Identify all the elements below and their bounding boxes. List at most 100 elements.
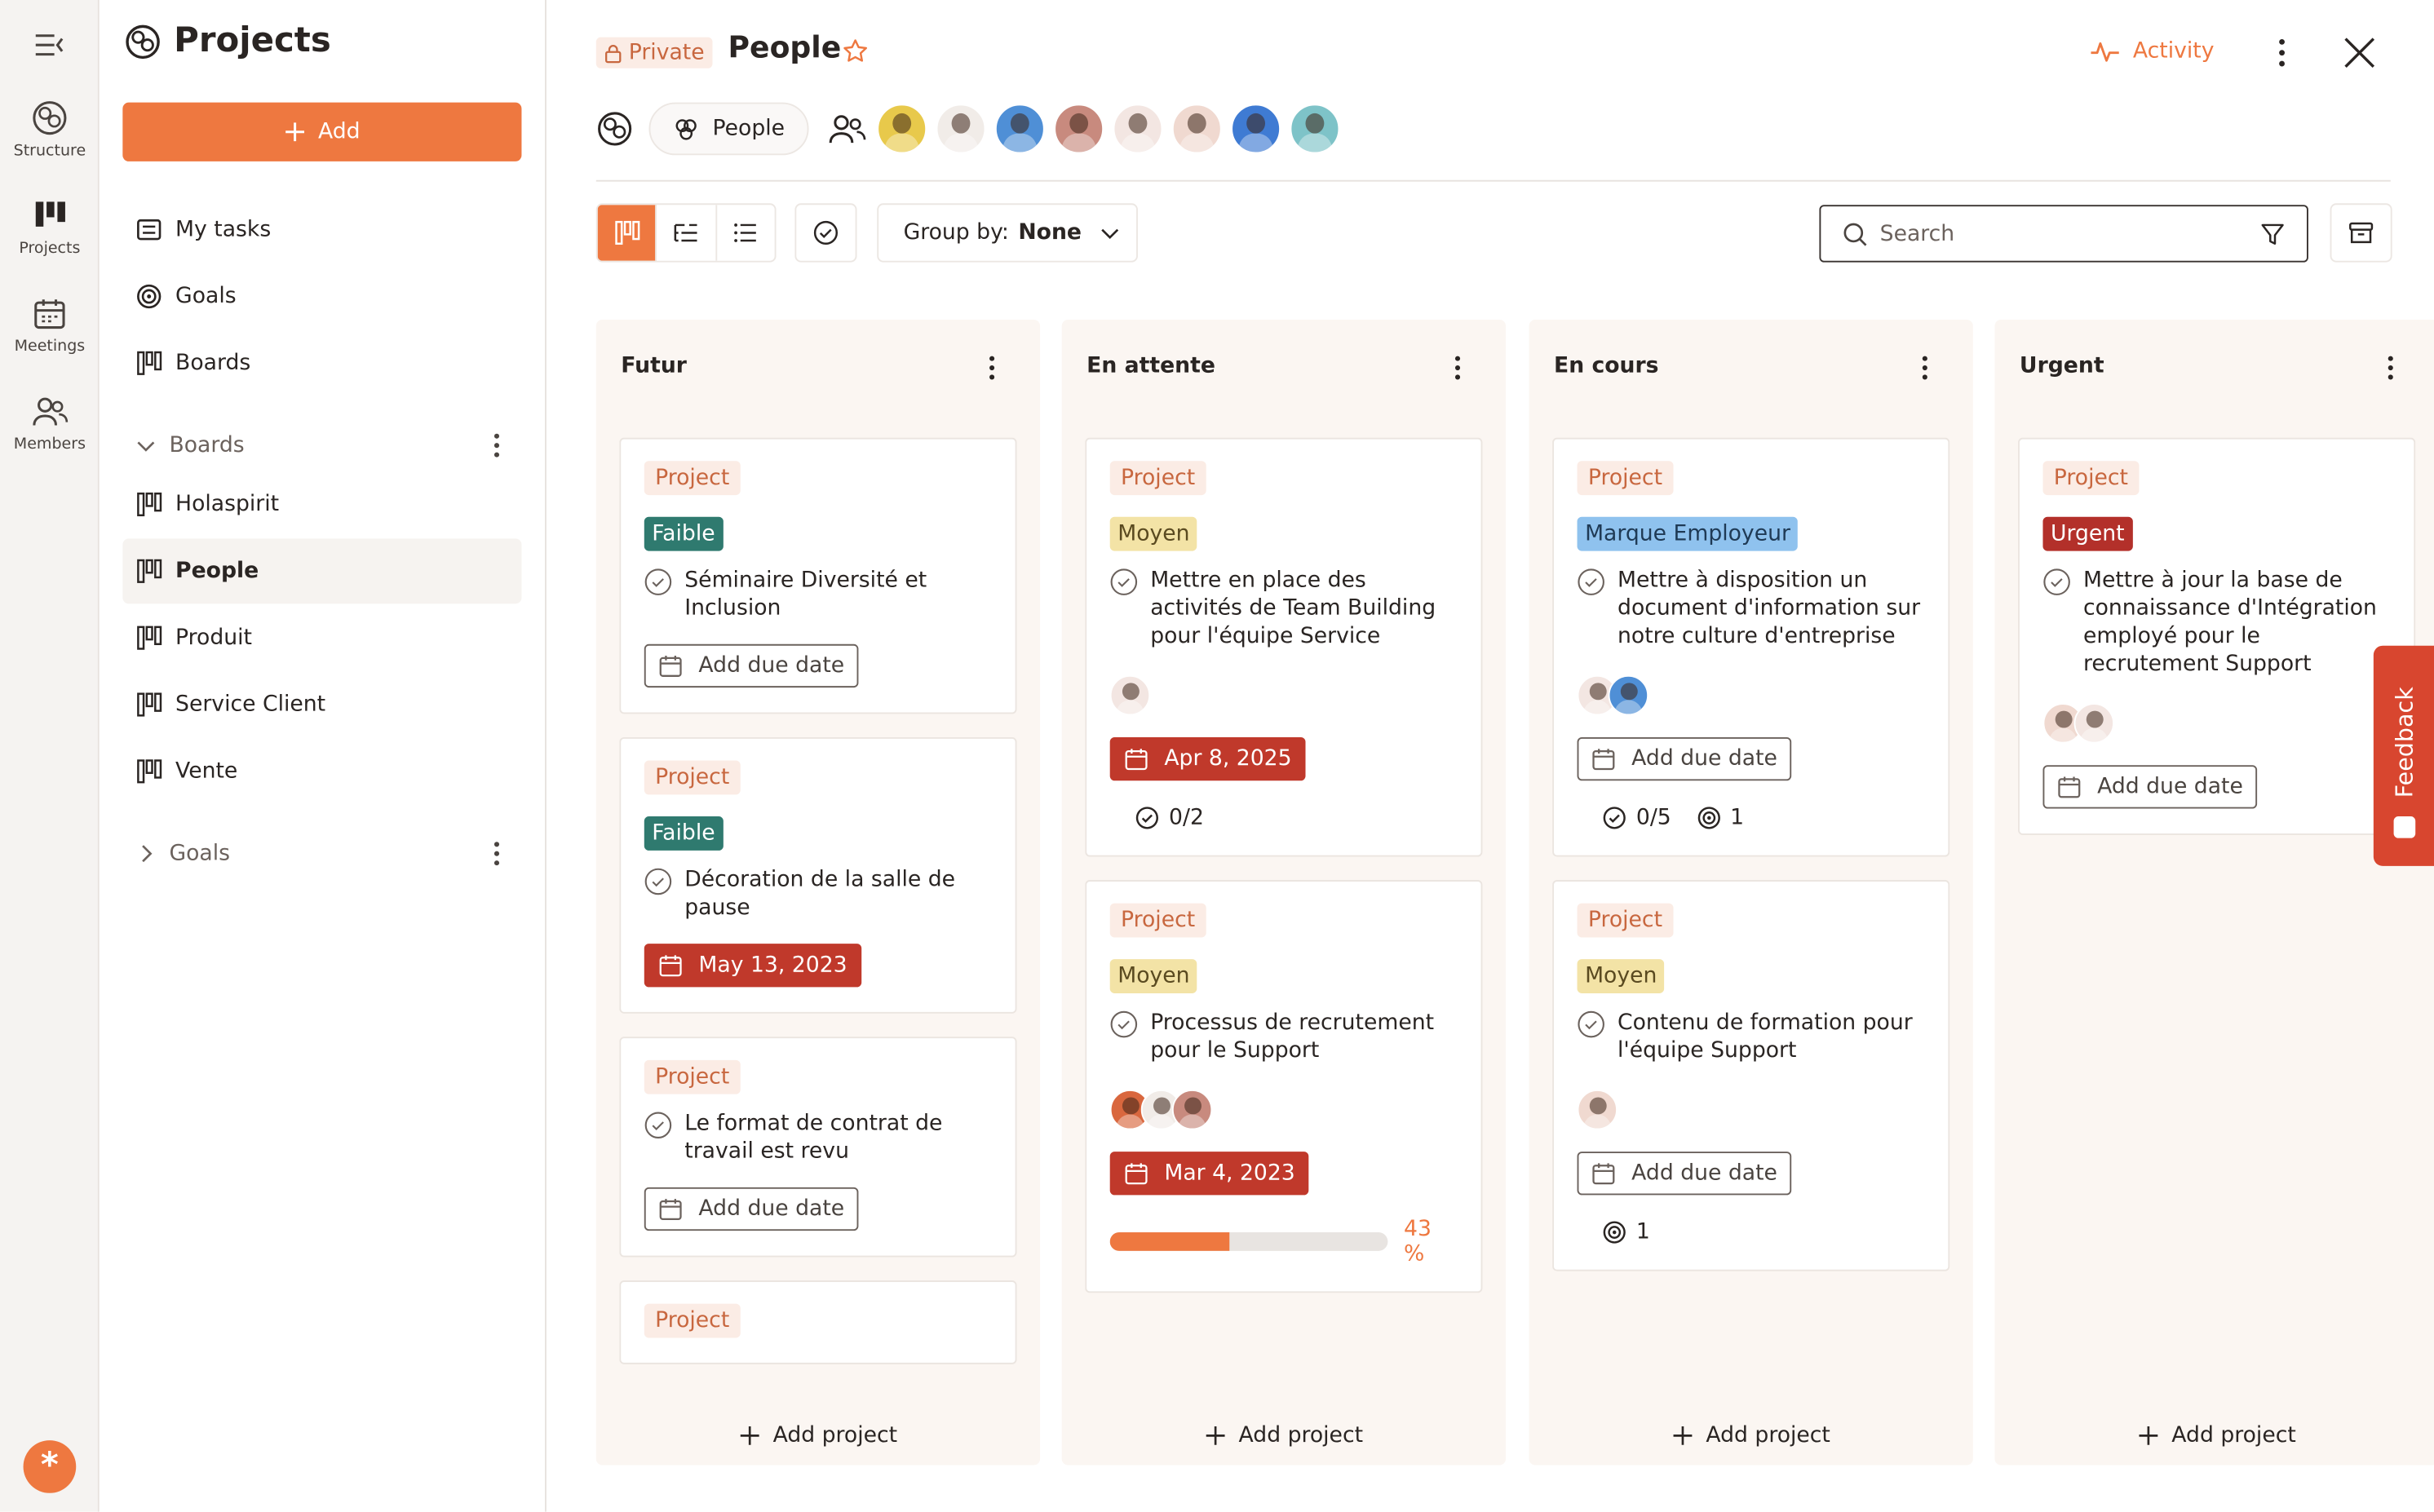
- avatar[interactable]: [994, 104, 1044, 154]
- board-item-service-client[interactable]: Service Client: [122, 672, 521, 737]
- nav-my-tasks[interactable]: My tasks: [122, 197, 521, 263]
- add-project-button[interactable]: Add project: [1994, 1406, 2434, 1465]
- rail-item-meetings[interactable]: Meetings: [0, 295, 100, 356]
- show-completed-button[interactable]: [794, 203, 857, 263]
- activity-button[interactable]: Activity: [2090, 38, 2215, 65]
- add-project-button[interactable]: Add project: [1529, 1406, 1973, 1465]
- search-input[interactable]: [1879, 221, 2237, 246]
- check-circle-icon[interactable]: [1110, 568, 1138, 596]
- add-due-date-button[interactable]: Add due date: [2042, 765, 2258, 809]
- project-card[interactable]: Project Faible Décoration de la salle de…: [619, 736, 1017, 1014]
- project-card[interactable]: Project: [619, 1280, 1017, 1364]
- rail-item-projects[interactable]: Projects: [0, 197, 100, 258]
- due-date-badge[interactable]: May 13, 2023: [644, 944, 861, 988]
- tree-view-button[interactable]: [657, 205, 717, 261]
- avatar[interactable]: [2073, 703, 2115, 744]
- project-card[interactable]: Project Moyen Mettre en place des activi…: [1085, 437, 1483, 857]
- nav-boards[interactable]: Boards: [122, 330, 521, 396]
- board-item-holaspirit[interactable]: Holaspirit: [122, 472, 521, 537]
- collapse-menu-icon[interactable]: [34, 31, 65, 59]
- header-divider: [595, 179, 2391, 182]
- project-card[interactable]: Project Moyen Processus de recrutement p…: [1085, 880, 1483, 1293]
- more-vertical-icon[interactable]: [485, 430, 509, 461]
- holaspirit-logo-icon[interactable]: *: [23, 1440, 77, 1493]
- more-vertical-icon[interactable]: [1447, 354, 1469, 382]
- check-circle-icon[interactable]: [644, 568, 672, 596]
- add-due-date-button[interactable]: Add due date: [644, 1187, 859, 1231]
- group-by-select[interactable]: Group by: None: [877, 203, 1138, 263]
- project-card[interactable]: Project Urgent Mettre à jour la base de …: [2018, 437, 2416, 835]
- avatar[interactable]: [1608, 674, 1649, 716]
- board-item-produit[interactable]: Produit: [122, 605, 521, 670]
- filter-icon[interactable]: [2260, 222, 2285, 246]
- more-vertical-icon[interactable]: [2379, 354, 2401, 382]
- check-circle-icon[interactable]: [644, 1112, 672, 1139]
- column-en-attente: En attente Project Moyen Mettre en place…: [1061, 320, 1507, 1466]
- avatar[interactable]: [1171, 1089, 1213, 1130]
- close-icon[interactable]: [2341, 34, 2379, 72]
- board-icon: [137, 626, 162, 650]
- due-date-label: Add due date: [698, 1196, 845, 1222]
- list-view-button[interactable]: [717, 205, 775, 261]
- avatar[interactable]: [1230, 104, 1281, 154]
- avatar[interactable]: [1109, 674, 1151, 716]
- add-button[interactable]: Add: [122, 102, 522, 161]
- activity-label: Activity: [2132, 38, 2215, 64]
- card-list: Project Urgent Mettre à jour la base de …: [2018, 437, 2416, 1404]
- archive-button[interactable]: [2330, 203, 2392, 263]
- due-date-badge[interactable]: Mar 4, 2023: [1109, 1152, 1309, 1196]
- add-project-button[interactable]: Add project: [1062, 1406, 1506, 1465]
- calendar-icon: [659, 656, 682, 677]
- check-circle-icon[interactable]: [644, 868, 672, 895]
- more-vertical-icon[interactable]: [485, 838, 509, 869]
- avatar[interactable]: [1577, 1089, 1618, 1130]
- rail-item-structure[interactable]: Structure: [0, 99, 100, 160]
- add-project-button[interactable]: Add project: [596, 1406, 1040, 1465]
- avatar[interactable]: [935, 104, 985, 154]
- add-project-label: Add project: [772, 1423, 898, 1448]
- project-card[interactable]: Project Moyen Contenu de formation pour …: [1552, 880, 1950, 1271]
- board-view-button[interactable]: [597, 205, 657, 261]
- rail-item-members[interactable]: Members: [0, 392, 100, 453]
- feedback-label: Feedback: [2390, 687, 2419, 798]
- circle-role-icon: [675, 119, 697, 140]
- check-circle-icon: [1135, 807, 1158, 829]
- members-icon[interactable]: [826, 110, 866, 148]
- more-vertical-icon[interactable]: [1914, 354, 1936, 382]
- feedback-tab[interactable]: Feedback: [2373, 645, 2434, 866]
- star-icon[interactable]: [841, 38, 869, 65]
- card-title: Mettre à jour la base de connaissance d'…: [2082, 568, 2377, 677]
- check-circle-icon[interactable]: [2042, 568, 2070, 596]
- add-due-date-button[interactable]: Add due date: [644, 643, 859, 688]
- avatar[interactable]: [1171, 104, 1221, 154]
- column-title: En cours: [1554, 353, 1659, 379]
- boards-group-toggle[interactable]: Boards: [122, 421, 521, 471]
- avatar[interactable]: [1289, 104, 1339, 154]
- add-due-date-button[interactable]: Add due date: [1577, 736, 1792, 781]
- check-circle-icon[interactable]: [1578, 568, 1605, 596]
- board-item-people[interactable]: People: [122, 538, 522, 604]
- avatar[interactable]: [1112, 104, 1162, 154]
- avatar[interactable]: [876, 104, 927, 154]
- calendar-icon: [1125, 1163, 1148, 1185]
- avatar[interactable]: [1053, 104, 1104, 154]
- project-card[interactable]: Project Le format de contrat de travail …: [619, 1037, 1017, 1258]
- check-circle-icon[interactable]: [1578, 1010, 1605, 1038]
- project-card[interactable]: Project Faible Séminaire Diversité et In…: [619, 437, 1017, 714]
- due-date-badge[interactable]: Apr 8, 2025: [1109, 736, 1306, 781]
- structure-icon[interactable]: [596, 110, 634, 148]
- more-vertical-icon[interactable]: [2269, 38, 2294, 69]
- more-vertical-icon[interactable]: [981, 354, 1003, 382]
- goals-group-toggle[interactable]: Goals: [122, 829, 521, 878]
- project-card[interactable]: Project Marque Employeur Mettre à dispos…: [1552, 437, 1950, 857]
- circle-chip[interactable]: People: [648, 102, 808, 156]
- goal-target-icon: [137, 284, 162, 309]
- check-circle-icon[interactable]: [1110, 1010, 1138, 1038]
- board-item-vente[interactable]: Vente: [122, 739, 521, 804]
- card-title: Processus de recrutement pour le Support: [1150, 1010, 1435, 1063]
- column-title: Futur: [621, 353, 687, 379]
- tree-list-icon: [674, 223, 697, 242]
- add-due-date-button[interactable]: Add due date: [1577, 1152, 1792, 1196]
- nav-goals[interactable]: Goals: [122, 264, 521, 329]
- task-count-value: 0/5: [1635, 805, 1671, 831]
